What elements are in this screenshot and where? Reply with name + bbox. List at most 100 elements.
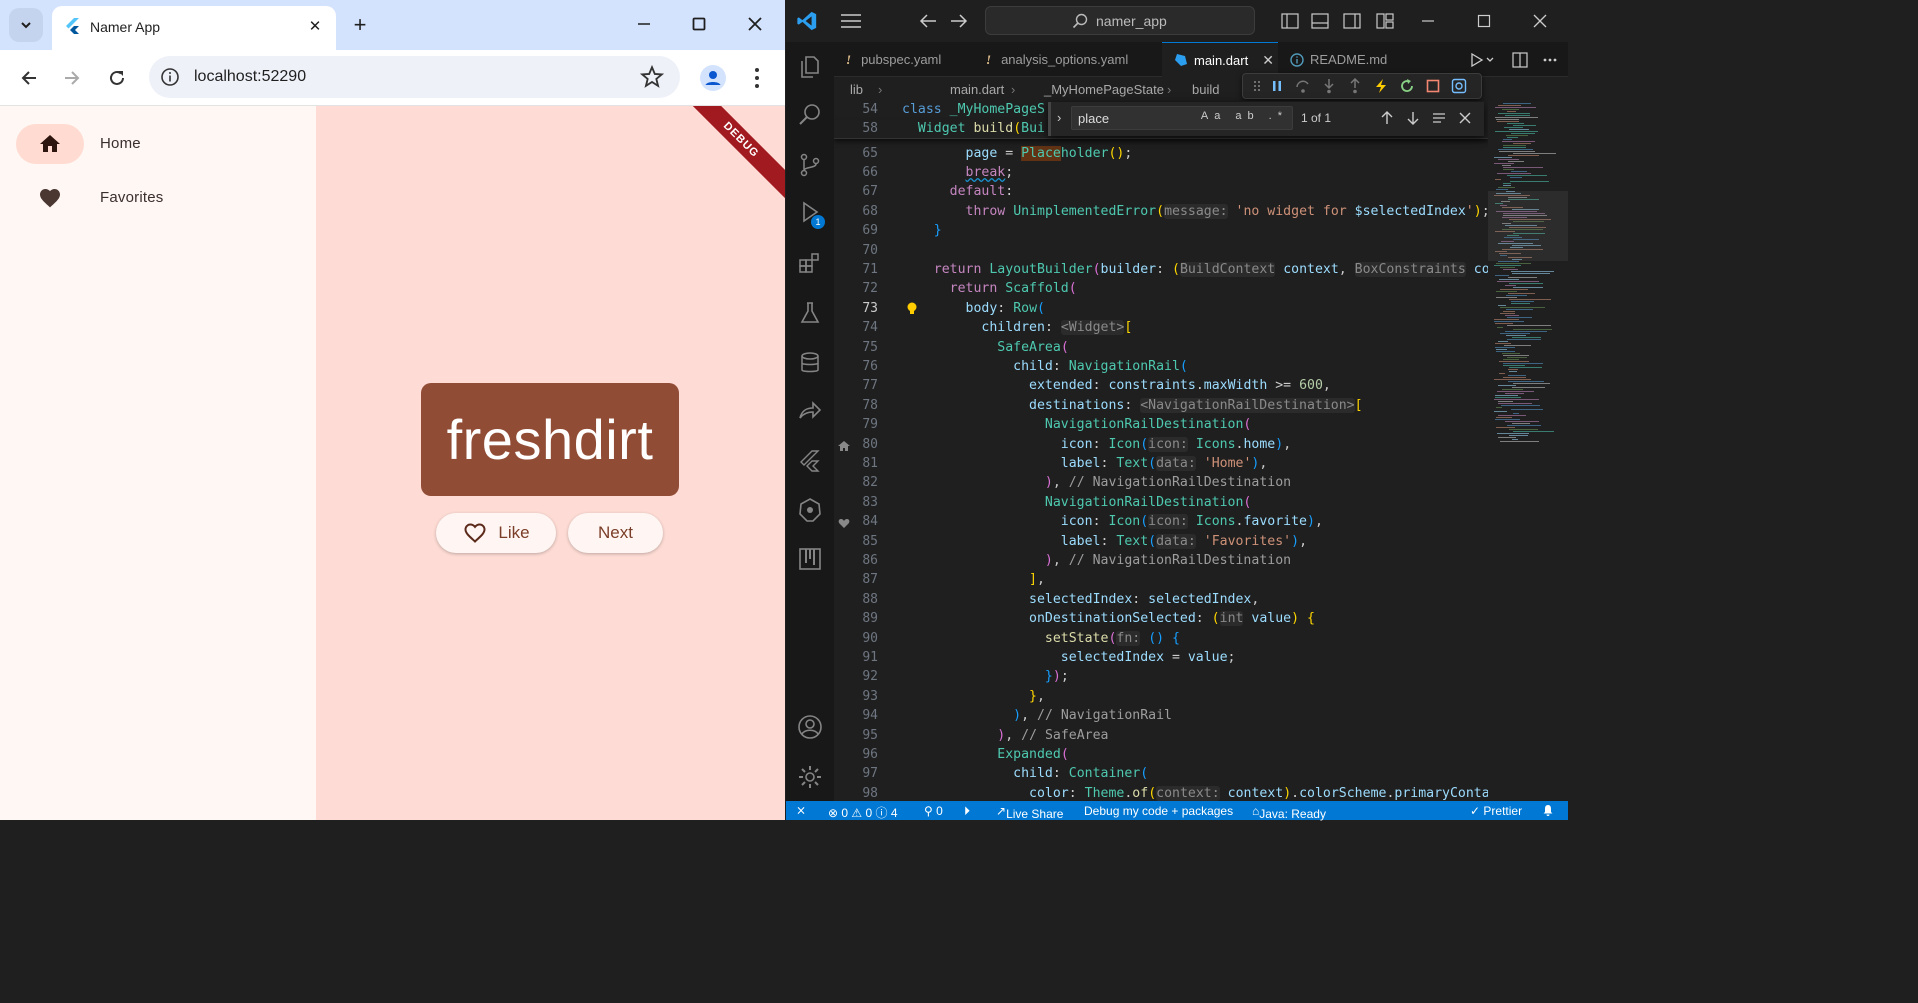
minimap-line — [1499, 279, 1519, 280]
new-tab-button[interactable]: + — [346, 12, 374, 38]
navigation-rail: Home Favorites — [0, 106, 316, 820]
run-debug-dropdown-icon[interactable] — [1470, 52, 1496, 68]
minimize-icon[interactable] — [1416, 10, 1440, 32]
previous-match-icon[interactable] — [1379, 110, 1395, 126]
live-share-icon[interactable] — [797, 398, 823, 424]
prettier-status[interactable]: ✓ Prettier — [1470, 804, 1522, 818]
search-icon[interactable] — [797, 102, 823, 128]
restart-icon[interactable] — [1399, 78, 1415, 94]
forward-arrow-icon[interactable] — [58, 64, 86, 92]
reload-icon[interactable] — [103, 64, 131, 92]
testing-flask-icon[interactable] — [797, 300, 823, 326]
minimap-line — [1496, 427, 1515, 428]
tab-pubspec[interactable]: ! pubspec.yaml — [834, 42, 974, 77]
split-editor-icon[interactable] — [1512, 52, 1528, 68]
tab-title: Namer App — [90, 19, 161, 35]
warning-icon: ! — [986, 51, 992, 67]
tab-close-icon[interactable]: ✕ — [304, 16, 326, 38]
nav-back-icon[interactable] — [916, 10, 940, 32]
tab-search-icon[interactable] — [9, 8, 43, 42]
breadcrumb-class[interactable]: _MyHomePageState — [1044, 82, 1164, 97]
next-button[interactable]: Next — [568, 513, 663, 553]
toggle-secondary-sidebar-icon[interactable] — [1340, 10, 1364, 32]
project-board-icon[interactable] — [797, 546, 823, 572]
tab-analysis-options[interactable]: ! analysis_options.yaml — [974, 42, 1162, 77]
minimap-line — [1509, 435, 1528, 436]
customize-layout-icon[interactable] — [1373, 10, 1397, 32]
problems-counter[interactable]: ⊗ 0 ⚠ 0 ⓘ 4 — [828, 804, 898, 821]
hamburger-menu-icon[interactable] — [839, 10, 863, 32]
breadcrumb-method[interactable]: build — [1192, 82, 1219, 97]
lightbulb-icon[interactable] — [906, 301, 918, 317]
remote-indicator[interactable]: ⨯ — [786, 801, 816, 820]
breadcrumb-lib[interactable]: lib — [850, 82, 863, 97]
debug-launch-icon[interactable]: ⏵ — [964, 804, 970, 819]
code-editor[interactable]: 54 class _MyHomePageS 58 Widget build(Bui… — [834, 101, 1488, 801]
step-out-icon[interactable] — [1347, 78, 1363, 94]
minimap-line — [1502, 141, 1535, 142]
extensions-icon[interactable] — [797, 250, 823, 276]
more-actions-icon[interactable] — [1542, 52, 1558, 68]
rail-item-favorites[interactable]: Favorites — [16, 178, 296, 218]
explorer-icon[interactable] — [797, 54, 823, 80]
close-icon[interactable] — [1528, 10, 1552, 32]
site-info-icon[interactable] — [159, 66, 181, 88]
minimap-line — [1499, 373, 1505, 374]
source-control-icon[interactable] — [797, 152, 823, 178]
find-query[interactable]: place — [1078, 111, 1109, 126]
devtools-icon[interactable] — [1451, 78, 1467, 94]
find-in-selection-icon[interactable] — [1431, 110, 1447, 126]
more-menu-icon[interactable] — [745, 64, 769, 92]
database-icon[interactable] — [797, 350, 823, 376]
java-status[interactable]: ⌂ Java: Ready — [1252, 804, 1326, 821]
like-button[interactable]: Like — [436, 513, 556, 553]
step-into-icon[interactable] — [1321, 78, 1337, 94]
minimap-line — [1496, 297, 1517, 298]
stop-icon[interactable] — [1425, 78, 1441, 94]
profile-icon[interactable] — [699, 64, 727, 92]
toggle-replace-chevron-icon[interactable]: › — [1057, 110, 1061, 125]
tab-readme[interactable]: README.md — [1278, 42, 1408, 77]
notifications-bell-icon[interactable] — [1542, 804, 1554, 819]
run-debug-icon[interactable]: 1 — [797, 200, 825, 229]
breadcrumb-main-dart[interactable]: main.dart — [950, 82, 1004, 97]
back-arrow-icon[interactable] — [15, 64, 43, 92]
find-input[interactable]: place Aa ab .* — [1071, 106, 1293, 130]
address-bar[interactable]: localhost:52290 — [149, 56, 680, 98]
bookmark-star-icon[interactable] — [639, 64, 665, 90]
minimap[interactable] — [1488, 101, 1568, 801]
minimap-line — [1511, 171, 1527, 172]
accounts-icon[interactable] — [797, 714, 823, 740]
command-center-search[interactable]: namer_app — [985, 6, 1255, 35]
ports-counter[interactable]: ⚲ 0 — [924, 804, 943, 818]
maximize-icon[interactable] — [1472, 10, 1496, 32]
kubernetes-icon[interactable] — [797, 497, 823, 523]
next-match-icon[interactable] — [1405, 110, 1421, 126]
tab-strip: Namer App ✕ + — [0, 0, 785, 50]
flutter-icon[interactable] — [797, 448, 823, 474]
minimap-line — [1507, 339, 1541, 340]
pause-icon[interactable] — [1269, 78, 1285, 94]
url-text[interactable]: localhost:52290 — [194, 68, 306, 86]
live-share-status[interactable]: ↗ Live Share — [996, 804, 1063, 821]
nav-forward-icon[interactable] — [947, 10, 971, 32]
minimize-icon[interactable] — [630, 10, 658, 38]
hot-reload-icon[interactable] — [1373, 78, 1389, 94]
close-icon[interactable] — [741, 10, 769, 38]
rail-item-home[interactable]: Home — [16, 124, 296, 164]
tab-close-icon[interactable]: ✕ — [1262, 52, 1274, 69]
browser-tab[interactable]: Namer App ✕ — [52, 6, 336, 50]
toggle-primary-sidebar-icon[interactable] — [1278, 10, 1302, 32]
minimap-line — [1511, 133, 1535, 134]
step-over-icon[interactable] — [1295, 78, 1311, 94]
settings-gear-icon[interactable] — [797, 764, 823, 790]
debug-mode-status[interactable]: Debug my code + packages — [1084, 804, 1233, 818]
close-find-icon[interactable] — [1457, 110, 1473, 126]
maximize-icon[interactable] — [685, 10, 713, 38]
minimap-line — [1498, 385, 1516, 386]
toggle-panel-icon[interactable] — [1308, 10, 1332, 32]
drag-handle-icon[interactable] — [1249, 78, 1265, 94]
find-options[interactable]: Aa ab .* — [1201, 110, 1288, 122]
minimap-line — [1503, 363, 1543, 364]
tab-main-dart[interactable]: main.dart ✕ — [1162, 42, 1278, 77]
